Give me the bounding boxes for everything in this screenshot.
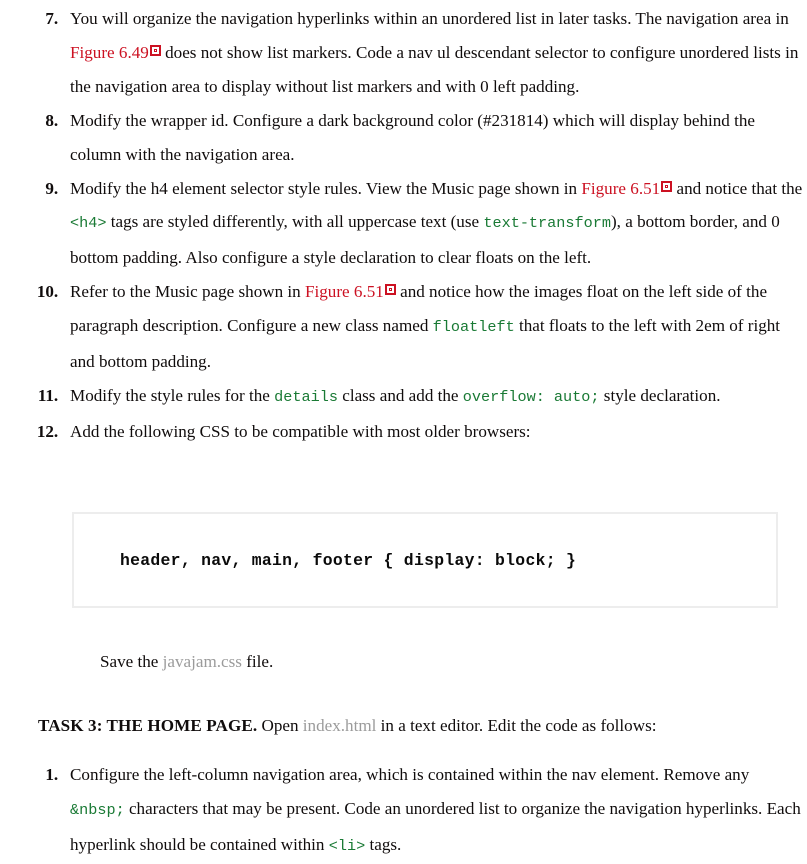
body-text: You will organize the navigation hyperli… <box>70 9 789 28</box>
inline-code: details <box>274 387 338 406</box>
code-block-line: header, nav, main, footer { display: blo… <box>120 551 577 570</box>
step-number: 9. <box>45 178 58 198</box>
step-text: Configure the left-column navigation are… <box>70 758 807 864</box>
code-block: header, nav, main, footer { display: blo… <box>72 512 778 608</box>
step-number: 7. <box>45 9 58 28</box>
step-text: Add the following CSS to be compatible w… <box>70 415 807 449</box>
task-heading: TASK 3: THE HOME PAGE. Open index.html i… <box>38 709 656 743</box>
body-text: Save the <box>100 652 163 671</box>
inline-code: overflow: auto; <box>462 387 600 406</box>
body-text: characters that may be present. Code an … <box>70 798 801 854</box>
body-text: Modify the h4 element selector style rul… <box>70 178 582 198</box>
body-text: Configure the left-column navigation are… <box>70 765 750 784</box>
body-text: and notice that the <box>672 178 803 198</box>
exercise-step: 1. Configure the left-column navigation a… <box>0 758 807 864</box>
step-number: 1. <box>45 765 58 784</box>
filename-reference: javajam.css <box>162 652 242 671</box>
step-text: Modify the h4 element selector style rul… <box>70 172 807 276</box>
step-number: 8. <box>45 110 58 130</box>
step-text: Modify the style rules for the details c… <box>70 379 807 415</box>
inline-code: floatleft <box>432 318 515 337</box>
figure-link-icon[interactable] <box>661 180 673 192</box>
inline-code: <li> <box>328 836 366 855</box>
body-text: Modify the style rules for the <box>70 385 275 405</box>
step-number: 12. <box>36 421 58 441</box>
body-text: Modify the wrapper id. Configure a dark … <box>70 110 756 164</box>
body-text: class and add the <box>337 385 463 405</box>
save-file-instruction: Save the javajam.css file. <box>100 645 273 679</box>
body-text: does not show list markers. Code a nav u… <box>70 42 799 96</box>
figure-link-icon[interactable] <box>149 44 161 56</box>
figure-reference-link[interactable]: Figure 6.51 <box>581 179 660 198</box>
exercise-step-list-lower: 1. Configure the left-column navigation a… <box>0 758 807 864</box>
body-text: Refer to the Music page shown in <box>70 282 305 302</box>
exercise-step: 7. You will organize the navigation hyper… <box>0 2 807 104</box>
body-text: file. <box>241 652 274 671</box>
body-text: tags are styled differently, with all up… <box>106 212 484 232</box>
exercise-step: 12. Add the following CSS to be compatibl… <box>0 415 807 449</box>
figure-reference-link[interactable]: Figure 6.49 <box>70 43 149 62</box>
exercise-step: 11. Modify the style rules for the detail… <box>0 379 807 415</box>
document-page: 7. You will organize the navigation hyper… <box>0 0 807 855</box>
exercise-step-list-upper: 7. You will organize the navigation hyper… <box>0 2 807 449</box>
body-text: style declaration. <box>599 385 721 405</box>
exercise-step: 9. Modify the h4 element selector style r… <box>0 172 807 276</box>
inline-code: text-transform <box>483 214 611 233</box>
exercise-step: 10. Refer to the Music page shown in Figu… <box>0 275 807 379</box>
inline-code: &nbsp; <box>70 800 125 819</box>
body-text: Add the following CSS to be compatible w… <box>70 421 531 441</box>
body-text: tags. <box>365 834 402 854</box>
exercise-step: 8. Modify the wrapper id. Configure a dar… <box>0 104 807 172</box>
step-text: You will organize the navigation hyperli… <box>70 2 807 104</box>
step-text: Modify the wrapper id. Configure a dark … <box>70 104 807 172</box>
inline-code: <h4> <box>70 214 107 233</box>
step-text: Refer to the Music page shown in Figure … <box>70 275 807 379</box>
task-heading-title: TASK 3: THE HOME PAGE. <box>38 716 258 735</box>
step-number: 10. <box>36 282 58 302</box>
figure-link-icon[interactable] <box>384 284 396 296</box>
filename-reference: index.html <box>302 716 377 735</box>
figure-reference-link[interactable]: Figure 6.51 <box>305 282 384 301</box>
body-text: Open <box>257 716 303 735</box>
body-text: in a text editor. Edit the code as follo… <box>376 716 657 735</box>
step-number: 11. <box>37 385 58 405</box>
